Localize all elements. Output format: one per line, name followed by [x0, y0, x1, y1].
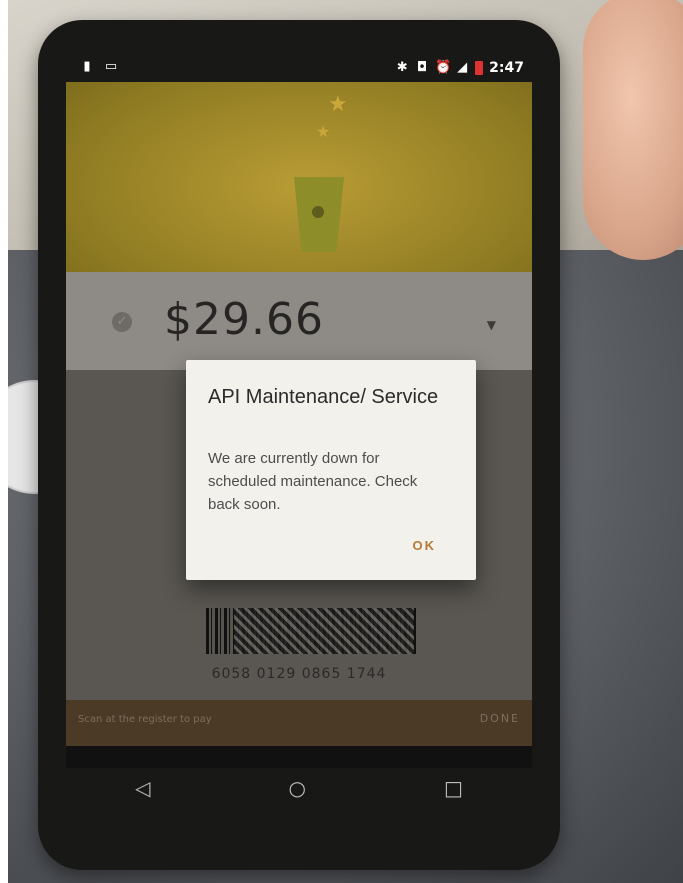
card-number: 6058 0129 0865 1744 — [211, 666, 387, 682]
vibrate-icon: ◘ — [417, 60, 428, 75]
phone: ▮ ▭ ✱ ◘ ⏰ ◢ 2:47 ★ ★ ✓ $29.66 ▼ 6058 012… — [38, 20, 560, 870]
battery-icon — [475, 61, 484, 75]
star-icon: ★ — [316, 122, 331, 141]
signal-icon: ◢ — [457, 60, 468, 75]
scan-hint: Scan at the register to pay — [78, 714, 212, 725]
home-icon[interactable]: ○ — [289, 776, 306, 800]
app-screen: ★ ★ ✓ $29.66 ▼ 6058 0129 0865 1744 Scan … — [66, 82, 532, 768]
cup-logo-icon — [312, 206, 324, 218]
done-button[interactable]: DONE — [480, 712, 520, 725]
status-time: 2:47 — [489, 60, 524, 76]
card-balance: $29.66 — [164, 294, 324, 345]
maintenance-dialog: API Maintenance/ Service We are currentl… — [186, 360, 476, 580]
star-icon: ★ — [328, 92, 348, 117]
finger — [583, 0, 683, 260]
hero-banner: ★ ★ — [66, 82, 532, 282]
recents-icon[interactable]: □ — [444, 776, 463, 800]
status-bar: ▮ ▭ ✱ ◘ ⏰ ◢ 2:47 — [66, 58, 532, 82]
alarm-icon: ⏰ — [435, 60, 452, 75]
dialog-title: API Maintenance/ Service — [208, 386, 439, 408]
back-icon[interactable]: ◁ — [135, 776, 150, 800]
nav-bar-bg — [66, 746, 532, 768]
bluetooth-icon: ✱ — [396, 60, 408, 75]
navigation-bar: ◁ ○ □ — [66, 768, 532, 808]
battery-saver-icon: ▮ — [83, 59, 91, 74]
cast-icon: ▭ — [104, 59, 118, 74]
ok-button[interactable]: OK — [413, 538, 437, 553]
chevron-down-icon[interactable]: ▼ — [487, 318, 496, 332]
dialog-message: We are currently down for scheduled main… — [208, 450, 418, 513]
barcode-pattern — [234, 608, 414, 654]
check-icon: ✓ — [112, 312, 132, 332]
